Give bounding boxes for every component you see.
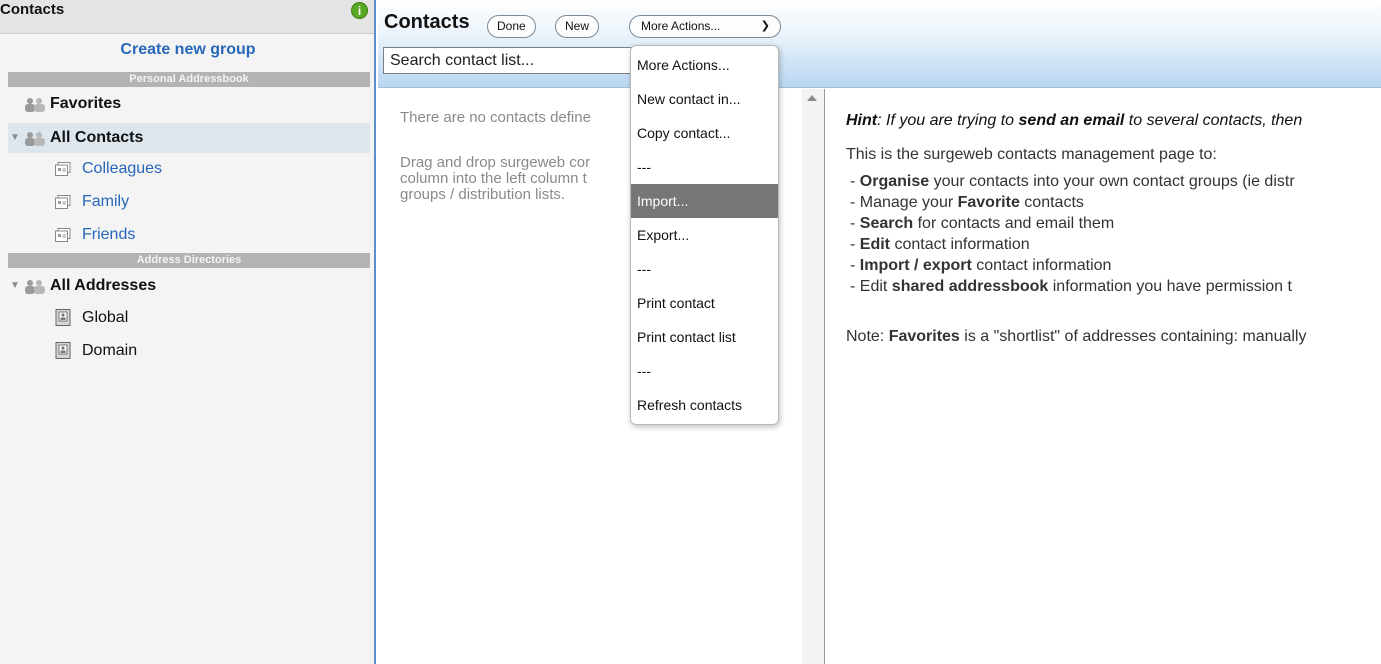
sidebar-item-label: Domain	[82, 342, 138, 359]
menu-separator: ---	[637, 159, 651, 175]
hint-pane: Hint: If you are trying to send an email…	[826, 89, 1381, 664]
create-new-group-link[interactable]: Create new group	[0, 41, 376, 59]
empty-list-message: There are no contacts define	[400, 109, 591, 126]
menu-item-print-contact-list[interactable]: Print contact list	[631, 320, 778, 354]
menu-item-new-contact-in[interactable]: New contact in...	[631, 82, 778, 116]
sidebar-item-domain[interactable]: Domain	[8, 336, 370, 366]
feature-item: - Manage your Favorite contacts	[850, 194, 1084, 211]
tree-item-all-contacts[interactable]: ▼ All Contacts	[8, 123, 370, 153]
feature-item: - Edit contact information	[850, 236, 1030, 253]
hint-label: Hint	[846, 112, 878, 129]
contacts-sidebar: Contacts i Create new group Personal Add…	[0, 0, 376, 664]
drag-line: Drag and drop surgeweb cor	[400, 154, 591, 171]
sidebar-item-label: Friends	[82, 226, 136, 243]
list-scrollbar[interactable]	[802, 89, 824, 664]
group-card-icon	[55, 162, 71, 176]
done-button[interactable]: Done	[487, 15, 536, 38]
menu-item-refresh-contacts[interactable]: Refresh contacts	[631, 388, 778, 422]
address-directories-section: Address Directories	[8, 253, 370, 268]
sidebar-item-global[interactable]: Global	[8, 303, 370, 333]
sidebar-header: Contacts i	[0, 0, 374, 34]
feature-item: - Search for contacts and email them	[850, 215, 1115, 232]
info-icon[interactable]: i	[351, 2, 368, 19]
scroll-up-arrow-icon[interactable]	[807, 95, 817, 101]
hint-intro: This is the surgeweb contacts management…	[846, 146, 1217, 163]
drag-drop-instructions: Drag and drop surgeweb cor column into t…	[400, 155, 590, 203]
people-icon	[25, 280, 45, 294]
personal-addressbook-section: Personal Addressbook	[8, 72, 370, 87]
hint-line: Hint: If you are trying to send an email…	[846, 112, 1302, 130]
hint-text: to several contacts, then	[1124, 112, 1303, 129]
expand-arrow-icon[interactable]: ▼	[10, 271, 20, 301]
tree-label-all-addresses: All Addresses	[50, 277, 157, 294]
new-button[interactable]: New	[555, 15, 600, 38]
tree-label-all-contacts: All Contacts	[50, 129, 144, 146]
address-book-icon	[55, 309, 71, 326]
sidebar-item-label: Colleagues	[82, 160, 163, 177]
people-icon	[25, 132, 45, 146]
more-actions-menu: More Actions... New contact in... Copy c…	[630, 45, 779, 425]
feature-list: - Organise your contacts into your own c…	[850, 171, 1295, 297]
more-actions-select[interactable]: More Actions... ❯	[629, 15, 781, 38]
expand-arrow-icon[interactable]: ▼	[10, 123, 20, 153]
menu-item-export[interactable]: Export...	[631, 218, 778, 252]
menu-item-more-actions[interactable]: More Actions...	[631, 48, 778, 82]
page-title: Contacts	[384, 11, 470, 33]
favorites-note: Note: Favorites is a "shortlist" of addr…	[846, 328, 1307, 345]
feature-item: - Organise your contacts into your own c…	[850, 173, 1295, 190]
tree-item-all-addresses[interactable]: ▼ All Addresses	[8, 271, 370, 301]
sidebar-item-colleagues[interactable]: Colleagues	[8, 154, 370, 184]
drag-line: column into the left column t	[400, 170, 587, 187]
more-actions-label: More Actions...	[641, 19, 721, 33]
chevron-down-icon: ❯	[760, 20, 770, 32]
group-card-icon	[55, 195, 71, 209]
sidebar-item-friends[interactable]: Friends	[8, 220, 370, 250]
contacts-toolbar: Contacts Done New More Actions... ❯	[378, 0, 1381, 88]
address-book-icon	[55, 342, 71, 359]
feature-item: - Edit shared addressbook information yo…	[850, 278, 1292, 295]
menu-item-import[interactable]: Import...	[631, 184, 778, 218]
sidebar-item-family[interactable]: Family	[8, 187, 370, 217]
sidebar-title: Contacts	[0, 1, 65, 18]
feature-item: - Import / export contact information	[850, 257, 1112, 274]
tree-item-favorites[interactable]: Favorites	[8, 89, 370, 119]
group-card-icon	[55, 228, 71, 242]
hint-bold: send an email	[1018, 112, 1125, 129]
menu-item-copy-contact[interactable]: Copy contact...	[631, 116, 778, 150]
menu-separator: ---	[637, 261, 651, 277]
menu-separator: ---	[637, 363, 651, 379]
drag-line: groups / distribution lists.	[400, 186, 566, 203]
people-icon	[25, 98, 45, 112]
menu-item-print-contact[interactable]: Print contact	[631, 286, 778, 320]
sidebar-item-label: Family	[82, 193, 130, 210]
sidebar-item-label: Global	[82, 309, 129, 326]
tree-label-favorites: Favorites	[50, 95, 122, 112]
hint-text: : If you are trying to	[877, 112, 1019, 129]
